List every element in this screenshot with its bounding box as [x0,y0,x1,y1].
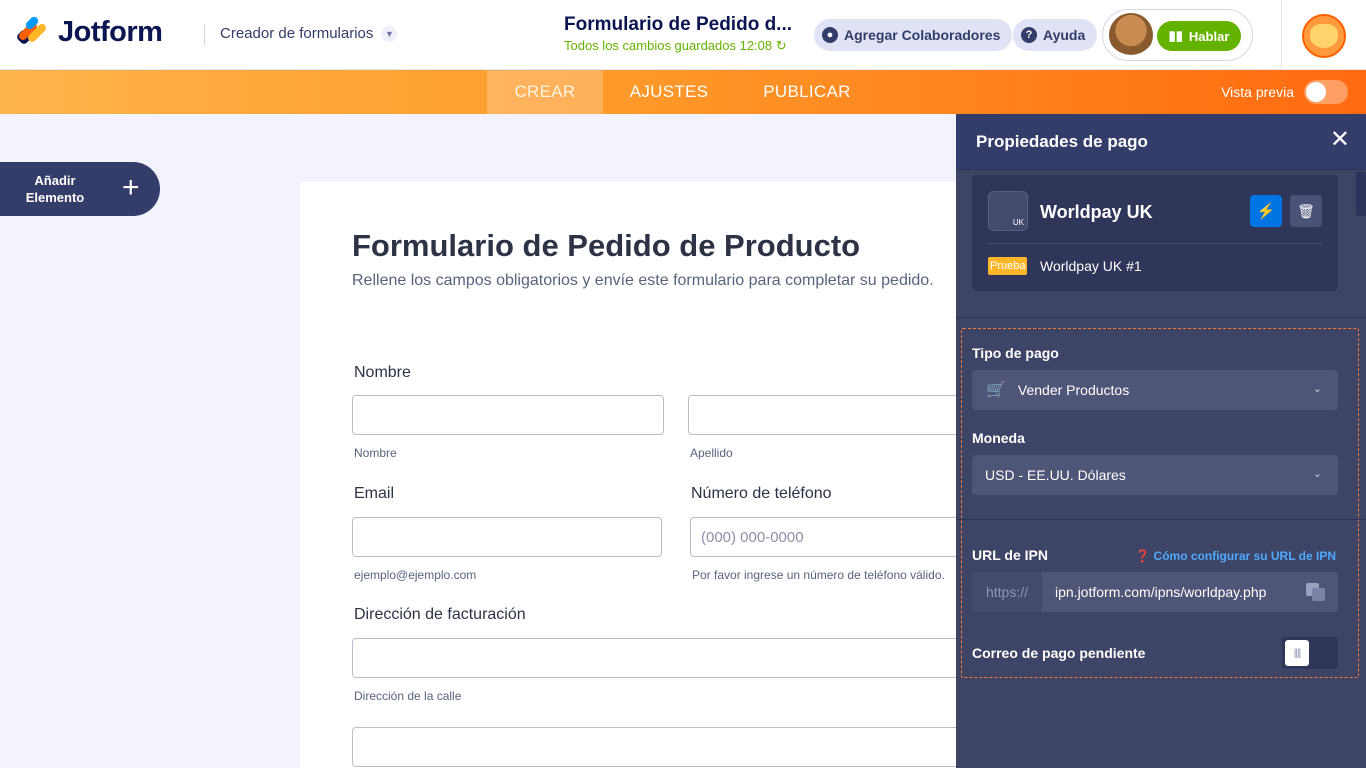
save-status: Todos los cambios guardados 12:08 ↻ [564,38,792,54]
agent-avatar [1109,13,1153,57]
form-heading[interactable]: Formulario de Pedido de Producto [352,228,860,264]
plug-icon[interactable]: ⚡ [1250,195,1282,227]
tab-create[interactable]: CREAR [487,70,603,114]
email-input[interactable] [352,517,662,557]
ipn-url-label: URL de IPN [972,547,1048,563]
user-icon: ● [822,27,838,43]
refresh-icon: ↻ [775,38,787,53]
chevron-down-icon: ▼ [381,25,398,42]
street-sublabel: Dirección de la calle [354,689,462,703]
save-status-text: Todos los cambios guardados 12:08 [564,38,773,53]
ipn-url-value: ipn.jotform.com/ipns/worldpay.php [1055,584,1267,600]
gateway-name: Worldpay UK [1040,202,1153,222]
panel-divider [956,317,1366,318]
currency-select[interactable]: USD - EE.UU. Dólares ⌄ [972,455,1338,495]
avatar-face-icon [1310,24,1338,48]
panel-header: Propiedades de pago ✕ [956,114,1366,170]
preview-control: Vista previa [1221,80,1348,104]
first-name-sublabel: Nombre [354,446,397,460]
preview-toggle[interactable] [1304,80,1348,104]
last-name-sublabel: Apellido [690,446,733,460]
help-button[interactable]: ? Ayuda [1013,19,1098,51]
gateway-account-name: Worldpay UK #1 [1040,258,1142,274]
ai-agent-widget[interactable]: ▮▮ Hablar [1102,9,1253,61]
add-element-label-line2: Elemento [25,190,85,205]
gateway-divider [988,243,1322,244]
payment-type-select[interactable]: 🛒 Vender Productos ⌄ [972,370,1338,410]
toggle-grip-icon: |||| [1285,640,1309,666]
add-collaborators-button[interactable]: ● Agregar Colaboradores [814,19,1013,51]
trash-icon[interactable]: 🗑 [1290,195,1322,227]
talk-button[interactable]: ▮▮ Hablar [1157,21,1241,51]
plus-icon: + [122,171,140,204]
copy-icon[interactable] [1306,583,1326,601]
tab-settings[interactable]: AJUSTES [617,70,721,114]
sound-wave-icon: ▮▮ [1168,28,1183,43]
builder-dropdown[interactable]: Creador de formularios ▼ [220,25,398,42]
name-question-label[interactable]: Nombre [354,364,411,382]
ipn-url-prefix: https:// [972,572,1042,612]
add-element-button[interactable]: Añadir Elemento + [0,162,160,216]
panel-title: Propiedades de pago [976,132,1148,151]
add-collaborators-label: Agregar Colaboradores [844,27,1001,43]
jotform-logo[interactable]: Jotform [15,14,163,49]
ipn-help-link[interactable]: ❓ Cómo configurar su URL de IPN [1135,549,1336,563]
payment-type-label: Tipo de pago [972,345,1059,361]
pending-email-label: Correo de pago pendiente [972,645,1146,661]
street-address-line2-input[interactable] [352,727,1012,767]
toggle-knob [1306,82,1326,102]
jotform-logo-icon [15,14,48,48]
street-address-input[interactable] [352,638,1012,678]
pending-email-toggle[interactable]: |||| [1282,637,1338,669]
email-sublabel: ejemplo@ejemplo.com [354,568,477,582]
tab-publish[interactable]: PUBLICAR [751,70,863,114]
gateway-card: UK Worldpay UK ⚡ 🗑 Prueba Worldpay UK #1 [972,175,1338,291]
header-divider-right [1281,0,1282,70]
phone-placeholder: (000) 000-0000 [701,529,804,546]
builder-nav: CREAR AJUSTES PUBLICAR Vista previa [0,70,1366,114]
worldpay-logo-icon: UK [988,191,1028,231]
payment-properties-panel: Propiedades de pago ✕ UK Worldpay UK ⚡ 🗑… [956,114,1366,768]
form-title[interactable]: Formulario de Pedido d... [564,14,792,36]
logo-text: Jotform [58,16,163,48]
user-avatar[interactable] [1302,14,1346,58]
panel-divider [956,519,1366,520]
form-title-block: Formulario de Pedido d... Todos los camb… [564,14,792,54]
question-icon: ? [1021,27,1037,43]
ipn-help-text: Cómo configurar su URL de IPN [1153,549,1336,563]
chevron-down-icon: ⌄ [1312,468,1322,480]
first-name-input[interactable] [352,395,664,435]
question-icon: ❓ [1135,549,1151,563]
phone-question-label[interactable]: Número de teléfono [691,485,832,503]
cart-icon: 🛒 [986,382,1006,399]
add-element-label: Añadir Elemento [24,172,86,206]
payment-type-value: Vender Productos [1017,382,1130,398]
close-icon[interactable]: ✕ [1330,128,1350,152]
test-mode-badge: Prueba [988,257,1028,275]
help-label: Ayuda [1043,27,1086,43]
top-header: Jotform Creador de formularios ▼ Formula… [0,0,1366,70]
email-question-label[interactable]: Email [354,485,394,503]
add-element-label-line1: Añadir [34,173,76,188]
currency-label: Moneda [972,430,1025,446]
phone-sublabel: Por favor ingrese un número de teléfono … [692,568,945,582]
currency-value: USD - EE.UU. Dólares [985,467,1126,483]
form-canvas: Formulario de Pedido de Producto Rellene… [300,182,1012,768]
ipn-url-field[interactable]: https:// ipn.jotform.com/ipns/worldpay.p… [972,572,1338,612]
header-divider [204,24,205,46]
gateway-logo-text: UK [1012,218,1024,227]
chevron-down-icon: ⌄ [1312,383,1322,395]
talk-label: Hablar [1188,28,1230,44]
form-subheading[interactable]: Rellene los campos obligatorios y envíe … [352,272,934,290]
builder-label: Creador de formularios [220,25,374,42]
address-question-label[interactable]: Dirección de facturación [354,606,526,624]
preview-label: Vista previa [1221,84,1294,100]
panel-scrollbar[interactable] [1356,172,1366,216]
